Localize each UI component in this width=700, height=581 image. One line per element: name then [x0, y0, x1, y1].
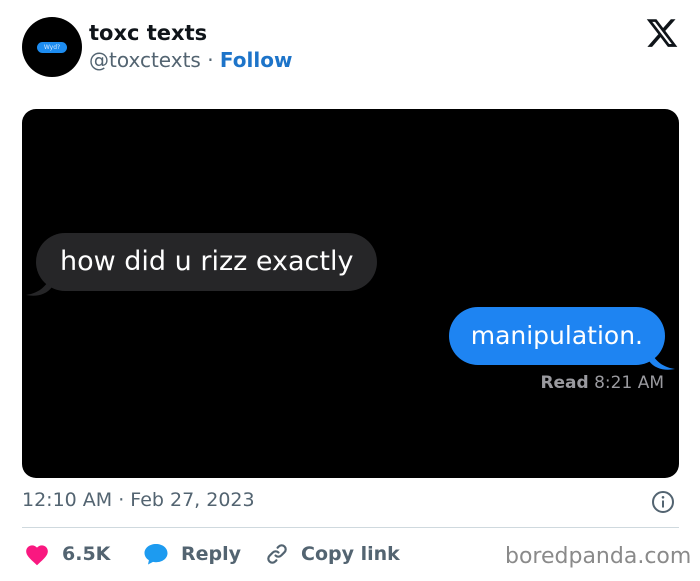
- tweet-embed-card: Wyd? toxc texts @toxctexts · Follow how …: [0, 0, 700, 581]
- media-image[interactable]: how did u rizz exactly manipulation. Rea…: [22, 109, 679, 478]
- handle-separator: ·: [200, 48, 220, 72]
- author-handle-line: @toxctexts · Follow: [89, 48, 292, 72]
- sent-message-bubble: manipulation.: [448, 307, 665, 365]
- read-label: Read: [540, 373, 589, 393]
- received-message-bubble: how did u rizz exactly: [36, 233, 378, 291]
- author-handle[interactable]: @toxctexts: [89, 48, 201, 72]
- copy-link-button[interactable]: Copy link: [265, 538, 400, 570]
- reply-label: Reply: [181, 543, 242, 565]
- divider: [22, 527, 679, 528]
- read-receipt: Read 8:21 AM: [540, 373, 664, 393]
- link-icon: [267, 544, 287, 564]
- like-button[interactable]: 6.5K: [24, 538, 110, 570]
- read-time: 8:21 AM: [594, 373, 664, 393]
- author-display-name[interactable]: toxc texts: [89, 21, 207, 45]
- follow-button[interactable]: Follow: [220, 48, 293, 72]
- info-icon[interactable]: [651, 490, 675, 514]
- x-logo-icon[interactable]: [645, 16, 679, 50]
- author-avatar[interactable]: Wyd?: [22, 17, 82, 77]
- reply-button[interactable]: Reply: [143, 538, 241, 570]
- avatar-bubble-text: Wyd?: [36, 41, 68, 53]
- copy-link-label: Copy link: [301, 543, 400, 565]
- boredpanda-watermark: boredpanda.com: [505, 544, 692, 569]
- reply-bubble-icon: [144, 544, 168, 565]
- heart-icon: [26, 545, 48, 566]
- tweet-timestamp[interactable]: 12:10 AM · Feb 27, 2023: [22, 489, 255, 511]
- like-count: 6.5K: [62, 543, 111, 565]
